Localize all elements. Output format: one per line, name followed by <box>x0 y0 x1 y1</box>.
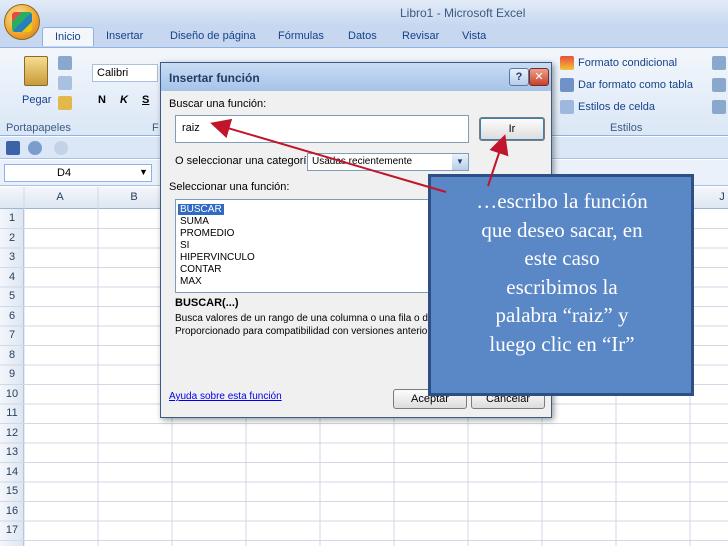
row-header-3[interactable]: 3 <box>0 251 24 263</box>
instruction-callout: …escribo la función que deseo sacar, en … <box>428 174 694 396</box>
row-header-12[interactable]: 12 <box>0 427 24 439</box>
office-logo-icon <box>12 12 32 32</box>
select-function-label: Seleccionar una función: <box>169 181 290 193</box>
row-header-5[interactable]: 5 <box>0 290 24 302</box>
row-header-2[interactable]: 2 <box>0 232 24 244</box>
chevron-down-icon[interactable]: ▼ <box>452 154 468 170</box>
callout-line: este caso <box>524 246 600 270</box>
category-label: O seleccionar una categoría: <box>175 155 316 167</box>
function-description-line: Proporcionado para compatibilidad con ve… <box>175 326 431 337</box>
row-header-14[interactable]: 14 <box>0 466 24 478</box>
function-description-line: Busca valores de un rango de una columna… <box>175 313 428 324</box>
category-select-value: Usadas recientemente <box>312 156 413 167</box>
list-item[interactable]: PROMEDIO <box>180 228 234 239</box>
row-header-4[interactable]: 4 <box>0 271 24 283</box>
list-item[interactable]: CONTAR <box>180 264 221 275</box>
help-icon[interactable]: ? <box>509 68 529 86</box>
row-header-8[interactable]: 8 <box>0 349 24 361</box>
callout-line: que deseo sacar, en <box>481 217 643 242</box>
search-input[interactable]: raiz <box>175 115 469 143</box>
search-label: Buscar una función: <box>169 98 267 110</box>
row-header-11[interactable]: 11 <box>0 407 24 419</box>
callout-line: luego clic en “Ir” <box>489 331 635 356</box>
row-header-1[interactable]: 1 <box>0 212 24 224</box>
list-item[interactable]: SUMA <box>180 216 209 227</box>
callout-text: …escribo la función que deseo sacar, en … <box>437 187 687 358</box>
list-item[interactable]: HIPERVINCULO <box>180 252 255 263</box>
row-header-9[interactable]: 9 <box>0 368 24 380</box>
close-icon[interactable]: ✕ <box>529 68 549 86</box>
search-input-value: raiz <box>182 122 200 134</box>
row-header-16[interactable]: 16 <box>0 505 24 517</box>
row-header-6[interactable]: 6 <box>0 310 24 322</box>
list-item[interactable]: MAX <box>180 276 202 287</box>
row-header-7[interactable]: 7 <box>0 329 24 341</box>
row-header-15[interactable]: 15 <box>0 485 24 497</box>
row-header-13[interactable]: 13 <box>0 446 24 458</box>
go-button[interactable]: Ir <box>479 117 545 141</box>
callout-line: palabra “raiz” y <box>495 303 629 327</box>
list-item[interactable]: SI <box>180 240 189 251</box>
callout-line: …escribo la función <box>476 189 648 213</box>
row-header-17[interactable]: 17 <box>0 524 24 536</box>
dialog-title: Insertar función <box>169 71 260 85</box>
category-select[interactable]: Usadas recientemente ▼ <box>307 153 469 171</box>
callout-line: escribimos la <box>506 274 618 299</box>
function-list[interactable]: BUSCAR SUMA PROMEDIO SI HIPERVINCULO CON… <box>175 199 469 293</box>
dialog-title-bar[interactable]: Insertar función ? ✕ <box>161 63 551 91</box>
list-item-selected[interactable]: BUSCAR <box>178 204 224 215</box>
function-description-title: BUSCAR(...) <box>175 297 239 309</box>
row-header-10[interactable]: 10 <box>0 388 24 400</box>
help-link[interactable]: Ayuda sobre esta función <box>169 391 282 402</box>
